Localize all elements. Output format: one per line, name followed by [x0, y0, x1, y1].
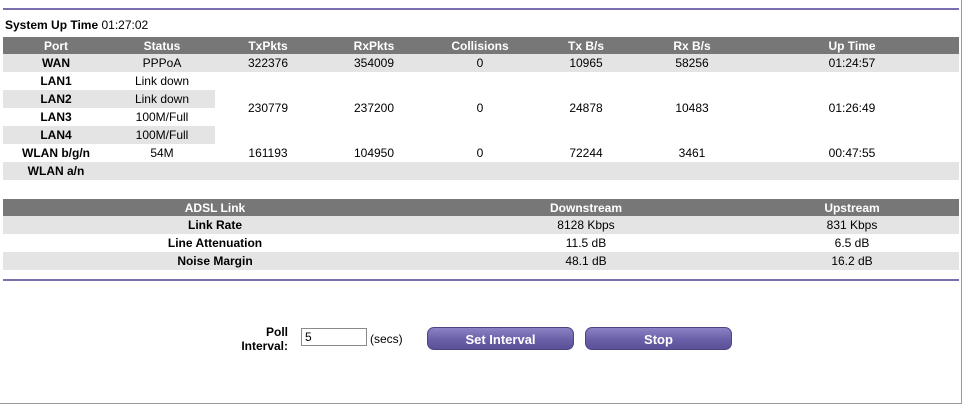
- table-row-link-rate: Link Rate 8128 Kbps 831 Kbps: [3, 216, 959, 234]
- poll-interval-input[interactable]: [301, 328, 367, 346]
- stats-header-row: Port Status TxPkts RxPkts Collisions Tx …: [3, 37, 959, 54]
- system-uptime: System Up Time 01:27:02: [5, 18, 148, 32]
- port-name: WLAN a/n: [27, 164, 85, 178]
- rx-pkts: [321, 162, 427, 180]
- downstream-value: 48.1 dB: [565, 254, 607, 268]
- top-divider: [3, 8, 959, 10]
- tx-pkts: 161193: [248, 146, 288, 160]
- col-header-rxpkts: RxPkts: [321, 37, 427, 54]
- upstream-value: 16.2 dB: [831, 254, 873, 268]
- upstream-value: 6.5 dB: [834, 236, 870, 250]
- port-status: 100M/Full: [109, 126, 215, 144]
- poll-label-line1: Poll: [265, 325, 288, 339]
- port-status: 54M: [150, 146, 174, 160]
- port-status: PPPoA: [142, 56, 182, 70]
- tx-bps: 10965: [569, 56, 603, 70]
- table-row-lan1: LAN1 Link down 230779 237200 0 24878 104…: [3, 72, 959, 115]
- downstream-value: 8128 Kbps: [557, 218, 615, 232]
- up-time: [745, 162, 959, 180]
- col-header-rxbs: Rx B/s: [639, 37, 745, 54]
- collisions: 0: [476, 146, 484, 160]
- rx-pkts: 237200: [353, 101, 395, 115]
- port-name: LAN1: [40, 74, 72, 88]
- port-name: LAN3: [40, 110, 72, 124]
- port-status: Link down: [109, 90, 215, 108]
- collisions: [427, 162, 533, 180]
- col-header-upstream: Upstream: [745, 199, 959, 216]
- col-header-status: Status: [109, 37, 215, 54]
- col-header-collisions: Collisions: [427, 37, 533, 54]
- table-row-line-attenuation: Line Attenuation 11.5 dB 6.5 dB: [3, 234, 959, 252]
- port-stats-table: Port Status TxPkts RxPkts Collisions Tx …: [3, 37, 959, 180]
- up-time: 00:47:55: [828, 146, 876, 160]
- tx-pkts: 322376: [247, 56, 289, 70]
- rx-pkts: 354009: [353, 56, 395, 70]
- table-row-wlan-an: WLAN a/n: [3, 162, 959, 180]
- port-name: LAN4: [3, 126, 109, 144]
- bottom-divider: [3, 279, 959, 281]
- port-status: Link down: [134, 74, 190, 88]
- tx-bps: 72244: [569, 146, 603, 160]
- uptime-label: System Up Time: [5, 18, 99, 32]
- rx-bps: 3461: [678, 146, 706, 160]
- col-header-txpkts: TxPkts: [215, 37, 321, 54]
- tx-bps: [533, 162, 639, 180]
- rx-pkts: 104950: [353, 146, 395, 160]
- port-name: LAN2: [3, 90, 109, 108]
- downstream-value: 11.5 dB: [565, 236, 607, 250]
- table-row-wan: WAN PPPoA 322376 354009 0 10965 58256 01…: [3, 54, 959, 72]
- table-row-noise-margin: Noise Margin 48.1 dB 16.2 dB: [3, 252, 959, 270]
- col-header-downstream: Downstream: [427, 199, 745, 216]
- adsl-row-label: Line Attenuation: [167, 236, 263, 250]
- tx-bps: 24878: [569, 101, 603, 115]
- stop-button[interactable]: Stop: [585, 327, 732, 350]
- rx-bps: 10483: [675, 101, 709, 115]
- collisions: 0: [476, 101, 484, 115]
- upstream-value: 831 Kbps: [826, 218, 878, 232]
- port-name: WAN: [42, 56, 70, 70]
- poll-label-line2: Interval:: [241, 339, 288, 353]
- adsl-row-label: Link Rate: [187, 218, 242, 232]
- col-header-adsl-link: ADSL Link: [3, 199, 427, 216]
- rx-bps: [639, 162, 745, 180]
- poll-interval-unit: (secs): [370, 332, 403, 346]
- table-row-wlan-bgn: WLAN b/g/n 54M 161193 104950 0 72244 346…: [3, 144, 959, 162]
- tx-pkts: 230779: [247, 101, 289, 115]
- adsl-row-label: Noise Margin: [177, 254, 253, 268]
- uptime-value: 01:27:02: [101, 18, 149, 32]
- port-name: WLAN b/g/n: [22, 146, 90, 160]
- port-status: 100M/Full: [135, 110, 189, 124]
- adsl-header-row: ADSL Link Downstream Upstream: [3, 199, 959, 216]
- rx-bps: 58256: [675, 56, 709, 70]
- tx-pkts: [215, 162, 321, 180]
- collisions: 0: [476, 56, 484, 70]
- col-header-port: Port: [3, 37, 109, 54]
- adsl-link-table: ADSL Link Downstream Upstream Link Rate …: [3, 199, 959, 270]
- up-time: 01:24:57: [828, 56, 876, 70]
- col-header-txbs: Tx B/s: [533, 37, 639, 54]
- port-status: [109, 162, 215, 180]
- poll-interval-label: Poll Interval:: [238, 325, 288, 353]
- col-header-uptime: Up Time: [745, 37, 959, 54]
- up-time: 01:26:49: [828, 101, 876, 115]
- set-interval-button[interactable]: Set Interval: [427, 327, 574, 350]
